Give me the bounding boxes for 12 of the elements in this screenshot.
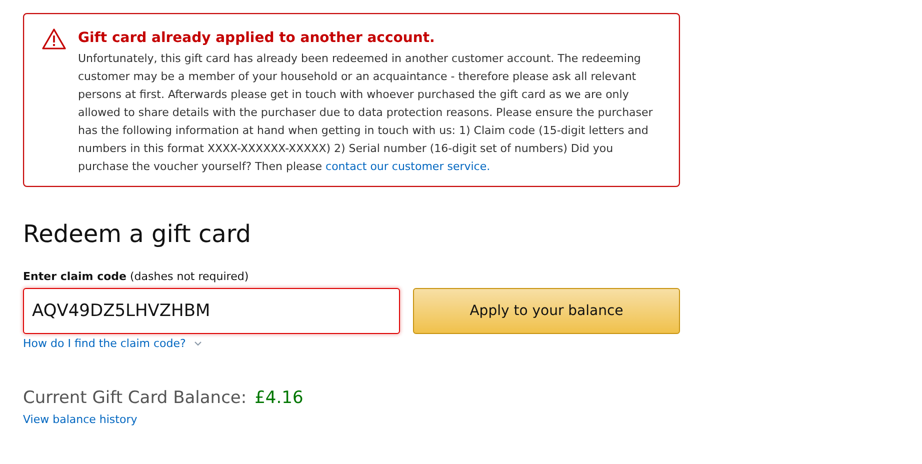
page-heading: Redeem a gift card [23,219,252,250]
balance-label: Current Gift Card Balance: [23,388,247,408]
claim-code-help-link[interactable]: How do I find the claim code? [23,337,186,350]
claim-code-field[interactable]: AQV49DZ5LHVZHBM [23,288,400,334]
alert-title: Gift card already applied to another account. [78,29,436,48]
customer-service-link[interactable]: contact our customer service. [326,160,490,173]
alert-message: Unfortunately, this gift card has already been redeemed in another customer account. The redeeming customer may be a member of your household or an acquaintance - therefore please ask all relevant persons at first. Afterwards please get in touch with whoever purchased the gift card as we are only allowed to share details with the purchaser due to data protection reasons. Please ensure the purchaser has the following information at hand when getting in touch with us: 1) Claim code (15-digit letters and numbers in this format XXXX-XXXXXX-XXXXX) 2) Serial number (16-digit set of numbers) Did you purchase the voucher yourself? Then please contact our customer service. [78,51,654,175]
balance-amount: £4.16 [254,388,304,408]
apply-button[interactable]: Apply to your balance [413,288,680,334]
warning-icon [42,28,66,50]
field-label: Enter claim code (dashes not required) [23,270,250,283]
balance-history-link[interactable]: View balance history [23,413,138,426]
